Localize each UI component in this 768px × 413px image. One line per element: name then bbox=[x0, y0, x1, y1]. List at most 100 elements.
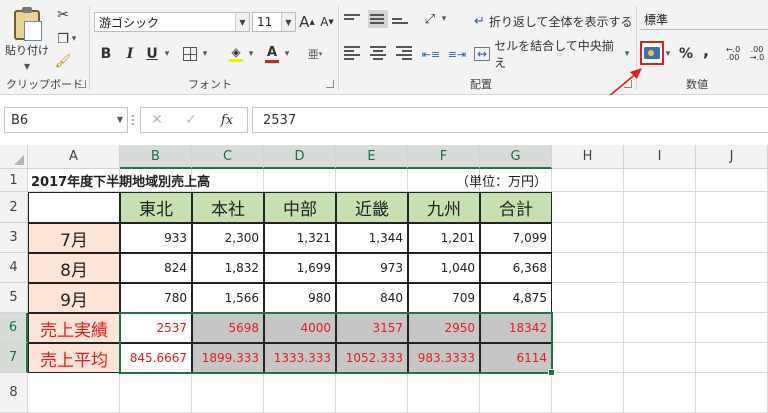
cell[interactable] bbox=[552, 313, 624, 343]
formula-bar-resize-handle[interactable] bbox=[128, 111, 138, 129]
value-cell[interactable]: 973 bbox=[336, 253, 408, 283]
value-cell[interactable]: 1333.333 bbox=[264, 343, 336, 373]
decrease-indent-icon[interactable]: ⇤≡ bbox=[420, 44, 442, 64]
value-cell[interactable]: 845.6667 bbox=[120, 343, 192, 373]
row-header-7[interactable]: 7 bbox=[0, 343, 28, 373]
underline-button[interactable]: U bbox=[142, 44, 162, 64]
value-cell[interactable]: 4,875 bbox=[480, 283, 552, 313]
percent-button[interactable]: % bbox=[676, 44, 696, 64]
font-size-select[interactable]: 11 ▼ bbox=[252, 12, 296, 32]
cell[interactable] bbox=[624, 192, 696, 223]
column-header-b[interactable]: B bbox=[120, 145, 192, 169]
value-cell[interactable]: 2950 bbox=[408, 313, 480, 343]
row-header-3[interactable]: 3 bbox=[0, 223, 28, 253]
column-header-a[interactable]: A bbox=[28, 145, 120, 169]
value-cell[interactable]: 840 bbox=[336, 283, 408, 313]
cell[interactable] bbox=[336, 373, 408, 413]
chevron-down-icon[interactable]: ▾ bbox=[282, 44, 292, 64]
copy-dropdown-icon[interactable]: ▾ bbox=[70, 30, 78, 48]
value-cell[interactable]: 780 bbox=[120, 283, 192, 313]
value-cell[interactable]: 4000 bbox=[264, 313, 336, 343]
cell[interactable] bbox=[696, 223, 768, 253]
column-header-e[interactable]: E bbox=[336, 145, 408, 169]
chevron-down-icon[interactable]: ▾ bbox=[246, 44, 256, 64]
value-cell[interactable]: 933 bbox=[120, 223, 192, 253]
number-format-select[interactable]: 標準 bbox=[640, 10, 768, 30]
phonetic-button[interactable]: 亜 ▾ bbox=[302, 44, 328, 64]
cell[interactable] bbox=[624, 313, 696, 343]
cell[interactable] bbox=[552, 373, 624, 413]
cell[interactable] bbox=[696, 283, 768, 313]
value-cell[interactable]: 1,699 bbox=[264, 253, 336, 283]
cell[interactable] bbox=[624, 253, 696, 283]
value-cell[interactable]: 18342 bbox=[480, 313, 552, 343]
row-label[interactable]: 8月 bbox=[28, 253, 120, 283]
borders-button[interactable] bbox=[180, 44, 200, 64]
increase-indent-icon[interactable]: ≡⇥ bbox=[446, 44, 468, 64]
format-painter-icon[interactable]: 🖌 bbox=[54, 52, 72, 70]
value-cell[interactable]: 6114 bbox=[480, 343, 552, 373]
cell[interactable] bbox=[28, 373, 120, 413]
cell[interactable] bbox=[696, 373, 768, 413]
align-right-icon[interactable] bbox=[392, 44, 412, 62]
column-label[interactable]: 近畿 bbox=[336, 192, 408, 223]
formula-input[interactable]: 2537 bbox=[252, 107, 768, 133]
row-label[interactable]: 9月 bbox=[28, 283, 120, 313]
value-cell[interactable]: 983.3333 bbox=[408, 343, 480, 373]
cell[interactable] bbox=[552, 192, 624, 223]
value-cell[interactable]: 1899.333 bbox=[192, 343, 264, 373]
value-cell[interactable]: 980 bbox=[264, 283, 336, 313]
row-label[interactable]: 売上平均 bbox=[28, 343, 120, 373]
grow-font-button[interactable]: A ▲ bbox=[298, 12, 316, 32]
align-top-icon[interactable] bbox=[344, 10, 364, 28]
value-cell[interactable]: 5698 bbox=[192, 313, 264, 343]
cell[interactable] bbox=[696, 192, 768, 223]
column-header-i[interactable]: I bbox=[624, 145, 696, 169]
column-label[interactable]: 合計 bbox=[480, 192, 552, 223]
chevron-down-icon[interactable]: ▼ bbox=[24, 62, 30, 71]
cell[interactable] bbox=[696, 169, 768, 192]
chevron-down-icon[interactable]: ▾ bbox=[162, 44, 172, 64]
select-all-button[interactable] bbox=[0, 145, 28, 169]
row-header-1[interactable]: 1 bbox=[0, 169, 28, 192]
enter-icon[interactable]: ✓ bbox=[181, 111, 201, 129]
chevron-down-icon[interactable]: ▾ bbox=[440, 10, 448, 28]
cell[interactable] bbox=[624, 343, 696, 373]
row-label[interactable]: 7月 bbox=[28, 223, 120, 253]
column-label[interactable]: 本社 bbox=[192, 192, 264, 223]
column-header-d[interactable]: D bbox=[264, 145, 336, 169]
name-box[interactable]: B6 ▼ bbox=[4, 107, 128, 133]
cancel-icon[interactable]: ✕ bbox=[147, 111, 167, 129]
font-name-select[interactable]: 游ゴシック ▼ bbox=[94, 12, 250, 32]
value-cell[interactable]: 3157 bbox=[336, 313, 408, 343]
column-header-h[interactable]: H bbox=[552, 145, 624, 169]
value-cell[interactable]: 1,832 bbox=[192, 253, 264, 283]
orientation-icon[interactable]: ⤢ bbox=[420, 10, 440, 28]
chevron-down-icon[interactable]: ▼ bbox=[117, 115, 123, 124]
font-launcher-icon[interactable] bbox=[326, 80, 334, 88]
table-corner-cell[interactable] bbox=[28, 192, 120, 223]
cell[interactable] bbox=[624, 169, 696, 192]
value-cell[interactable]: 7,099 bbox=[480, 223, 552, 253]
column-header-g[interactable]: G bbox=[480, 145, 552, 169]
column-label[interactable]: 中部 bbox=[264, 192, 336, 223]
bold-button[interactable]: B bbox=[96, 44, 116, 64]
column-header-c[interactable]: C bbox=[192, 145, 264, 169]
chevron-down-icon[interactable]: ▾ bbox=[664, 44, 672, 64]
row-header-8[interactable]: 8 bbox=[0, 373, 28, 413]
chevron-down-icon[interactable]: ▾ bbox=[200, 44, 210, 64]
cell[interactable] bbox=[552, 283, 624, 313]
value-cell[interactable]: 1,040 bbox=[408, 253, 480, 283]
align-left-icon[interactable] bbox=[344, 44, 364, 62]
value-cell[interactable]: 1052.333 bbox=[336, 343, 408, 373]
cell[interactable] bbox=[696, 343, 768, 373]
value-cell[interactable]: 6,368 bbox=[480, 253, 552, 283]
cell[interactable] bbox=[552, 223, 624, 253]
row-header-5[interactable]: 5 bbox=[0, 283, 28, 313]
value-cell[interactable]: 709 bbox=[408, 283, 480, 313]
value-cell[interactable]: 2,300 bbox=[192, 223, 264, 253]
value-cell[interactable]: 1,566 bbox=[192, 283, 264, 313]
cell[interactable] bbox=[192, 373, 264, 413]
align-middle-icon[interactable] bbox=[368, 10, 388, 28]
column-label[interactable]: 東北 bbox=[120, 192, 192, 223]
